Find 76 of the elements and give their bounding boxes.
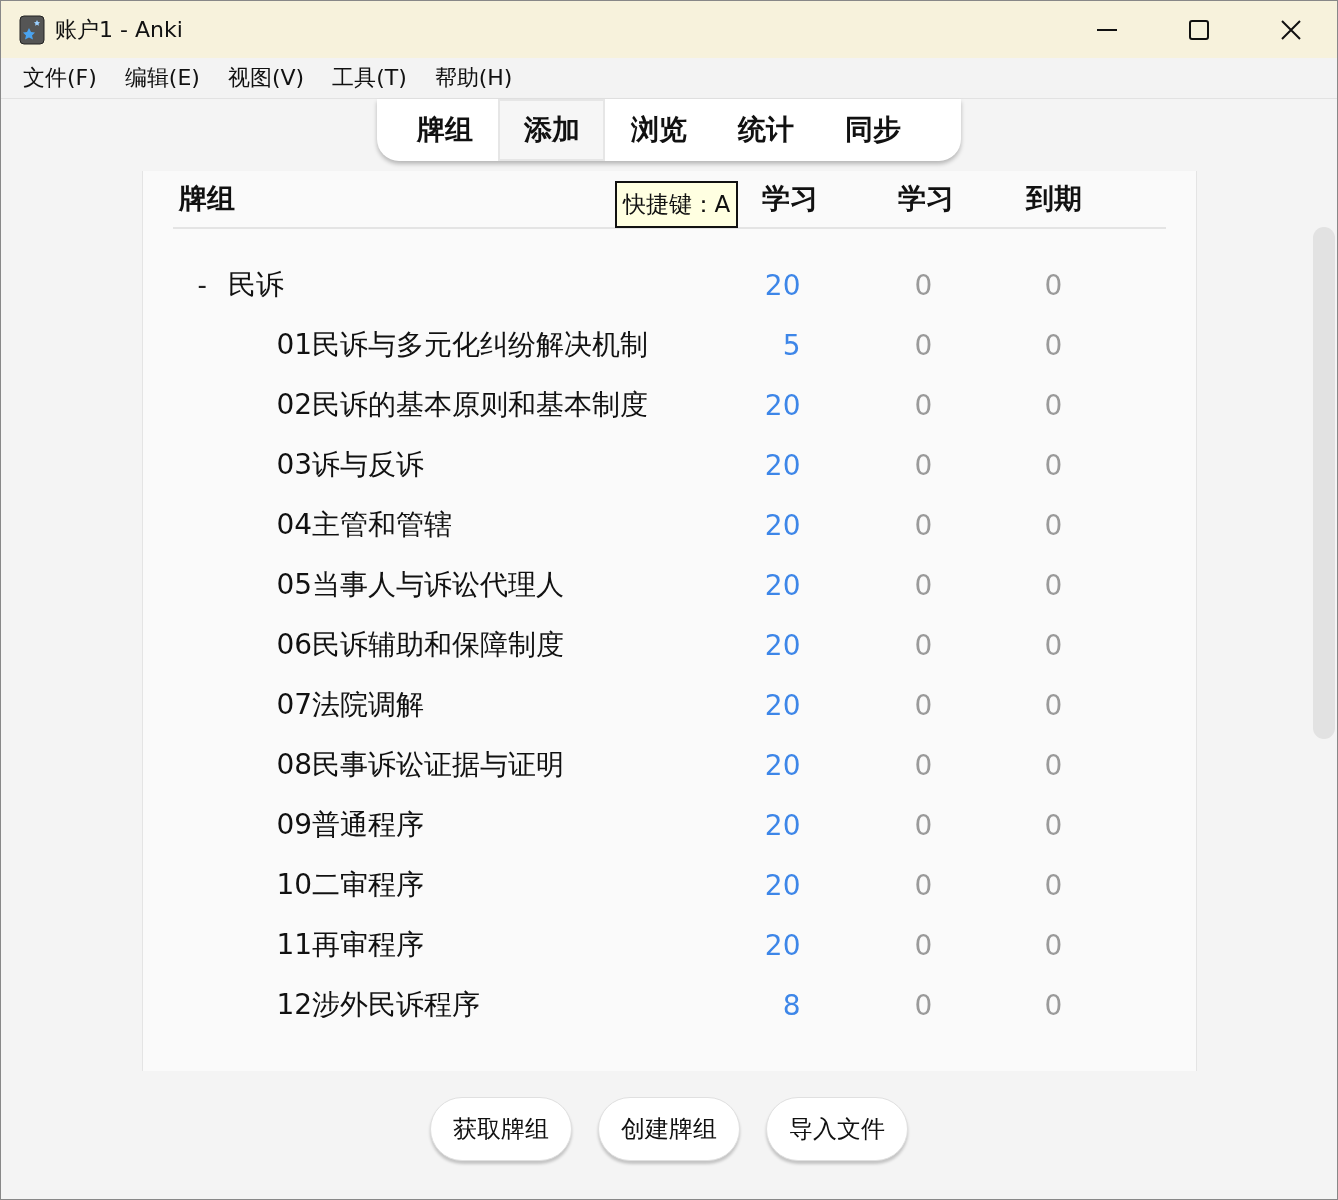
deck-name[interactable]: 08民事诉讼证据与证明 [276,746,565,784]
column-header: 到期 [1025,181,1082,217]
column-header: 牌组 [177,181,235,217]
action-button[interactable]: 导入文件 [766,1097,908,1161]
learn-count: 0 [913,808,934,842]
learn-count: 0 [913,988,934,1022]
deck-name[interactable]: 12涉外民诉程序 [276,986,481,1024]
toolbar-tab[interactable]: 添加 [498,99,605,161]
due-count: 0 [1043,688,1064,722]
deck-name[interactable]: 04主管和管辖 [276,506,453,544]
menu-item[interactable]: 帮助(H) [422,63,525,93]
deck-name[interactable]: 07法院调解 [276,686,425,724]
new-count: 20 [764,448,801,482]
deck-name[interactable]: 02民诉的基本原则和基本制度 [276,386,649,424]
due-count: 0 [1043,448,1064,482]
due-count: 0 [1043,388,1064,422]
new-count: 20 [764,928,801,962]
new-count: 20 [764,268,801,302]
new-count: 20 [764,688,801,722]
due-count: 0 [1043,628,1064,662]
column-header: 学习 [761,181,818,217]
learn-count: 0 [913,568,934,602]
minimize-icon [1096,28,1118,31]
learn-count: 0 [913,688,934,722]
menu-item[interactable]: 工具(T) [320,63,419,93]
learn-count: 0 [913,748,934,782]
due-count: 0 [1043,748,1064,782]
toolbar-tab[interactable]: 同步 [819,99,926,161]
new-count: 20 [764,628,801,662]
toolbar-tab[interactable]: 浏览 [605,99,712,161]
learn-count: 0 [913,388,934,422]
app-icon [19,14,45,45]
deck-name[interactable]: 09普通程序 [276,806,425,844]
learn-count: 0 [913,928,934,962]
due-count: 0 [1043,928,1064,962]
due-count: 0 [1043,808,1064,842]
new-count: 20 [764,568,801,602]
due-count: 0 [1043,268,1064,302]
deck-name[interactable]: 06民诉辅助和保障制度 [276,626,565,664]
new-count: 5 [782,328,801,362]
toolbar-tab[interactable]: 统计 [712,99,819,161]
deck-name[interactable]: 民诉 [227,266,284,304]
collapse-toggle[interactable]: - [197,270,228,300]
tooltip: 快捷键：A [614,181,739,228]
new-count: 20 [764,508,801,542]
due-count: 0 [1043,508,1064,542]
new-count: 20 [764,388,801,422]
new-count: 20 [764,808,801,842]
due-count: 0 [1043,328,1064,362]
menu-item[interactable]: 编辑(E) [112,63,212,93]
close-icon [1280,18,1302,41]
learn-count: 0 [913,268,934,302]
learn-count: 0 [913,448,934,482]
due-count: 0 [1043,988,1064,1022]
new-count: 20 [764,748,801,782]
column-header: 学习 [897,181,954,217]
deck-name[interactable]: 11再审程序 [276,926,425,964]
learn-count: 0 [913,868,934,902]
due-count: 0 [1043,568,1064,602]
window-title: 账户1 - Anki [55,15,183,44]
learn-count: 0 [913,328,934,362]
new-count: 8 [782,988,801,1022]
toolbar-tab[interactable]: 牌组 [391,99,498,161]
learn-count: 0 [913,508,934,542]
menu-item[interactable]: 视图(V) [215,63,317,93]
due-count: 0 [1043,868,1064,902]
action-button[interactable]: 获取牌组 [430,1097,572,1161]
deck-name[interactable]: 03诉与反诉 [276,446,425,484]
deck-name[interactable]: 10二审程序 [276,866,425,904]
maximize-icon [1188,18,1210,41]
learn-count: 0 [913,628,934,662]
deck-name[interactable]: 01民诉与多元化纠纷解决机制 [276,326,649,364]
deck-name[interactable]: 05当事人与诉讼代理人 [276,566,565,604]
menu-item[interactable]: 文件(F) [11,63,109,93]
action-button[interactable]: 创建牌组 [598,1097,740,1161]
new-count: 20 [764,868,801,902]
